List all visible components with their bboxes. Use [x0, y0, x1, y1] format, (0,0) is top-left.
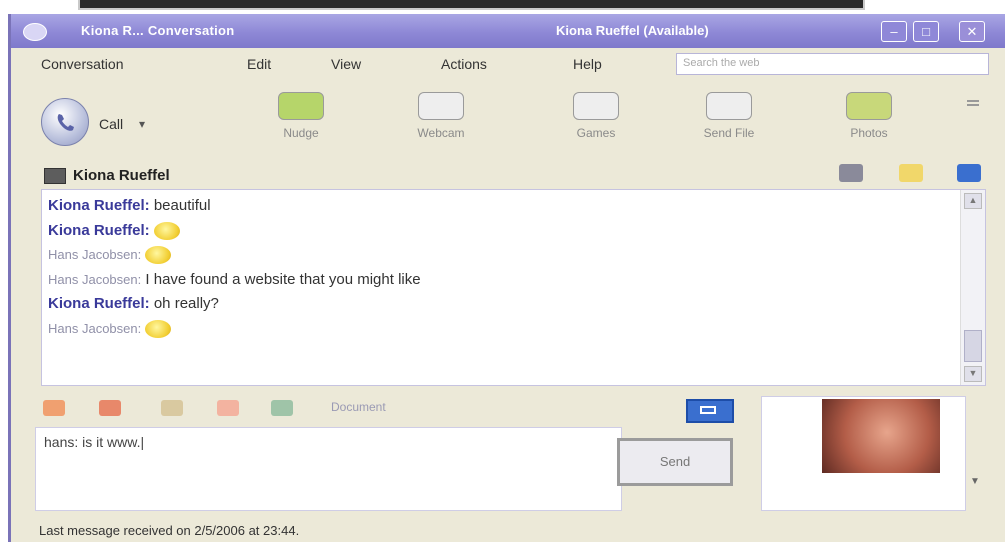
- contact-name: Kiona Rueffel: [73, 167, 170, 184]
- gift-icon[interactable]: [217, 400, 239, 416]
- nudge-button[interactable]: Nudge: [251, 92, 351, 140]
- call-dropdown-icon[interactable]: ▾: [139, 117, 145, 131]
- message-text: oh really?: [153, 295, 219, 312]
- send-file-label: Send File: [703, 126, 755, 140]
- message-sender: Kiona Rueffel:: [48, 221, 150, 239]
- message-sender: Kiona Rueffel:: [48, 295, 150, 312]
- menu-view[interactable]: View: [331, 56, 361, 72]
- games-button[interactable]: Games: [546, 92, 646, 140]
- chat-message: Hans Jacobsen:: [48, 317, 421, 342]
- photos-button[interactable]: Photos: [819, 92, 919, 140]
- top-bar: [78, 0, 865, 10]
- message-sender: Hans Jacobsen:: [48, 247, 142, 262]
- send-file-button[interactable]: Send File: [679, 92, 779, 140]
- menu-actions[interactable]: Actions: [441, 56, 487, 72]
- status-bar: Last message received on 2/5/2006 at 23:…: [11, 519, 1005, 542]
- smiley-icon: [145, 246, 172, 265]
- message-sender: Kiona Rueffel:: [48, 197, 150, 214]
- invite-icon[interactable]: [899, 164, 923, 182]
- chat-message: Kiona Rueffel: beautiful: [48, 194, 421, 219]
- chat-message: Kiona Rueffel: oh really?: [48, 292, 421, 317]
- send-button[interactable]: Send: [617, 438, 733, 486]
- webcam-button[interactable]: Webcam: [391, 92, 491, 140]
- phone-icon: [57, 114, 74, 131]
- contact-status: Kiona Rueffel (Available): [556, 23, 709, 38]
- search-input[interactable]: Search the web: [676, 53, 989, 75]
- smiley-icon: [153, 221, 180, 240]
- nudge-label: Nudge: [283, 126, 319, 140]
- document-label[interactable]: Document: [331, 400, 386, 414]
- contact-card-icon: [44, 168, 66, 184]
- menu-edit[interactable]: Edit: [247, 56, 271, 72]
- webcam-icon: [418, 92, 464, 120]
- call-label[interactable]: Call: [99, 116, 123, 132]
- photos-icon: [846, 92, 892, 120]
- messenger-icon: [23, 23, 47, 41]
- webcam-label: Webcam: [417, 126, 465, 140]
- emoticon-icon[interactable]: [43, 400, 65, 416]
- window-title: Kiona R... Conversation: [81, 23, 235, 38]
- games-icon: [573, 92, 619, 120]
- conversation-history: Kiona Rueffel: beautiful Kiona Rueffel: Ha…: [41, 189, 986, 386]
- last-message-status: Last message received on 2/5/2006 at 23:…: [39, 523, 300, 538]
- nudge-icon: [278, 92, 324, 120]
- history-scrollbar[interactable]: ▲ ▼: [960, 190, 985, 385]
- expand-icon[interactable]: [686, 399, 734, 423]
- message-input[interactable]: hans: is it www.|: [35, 427, 622, 511]
- message-text: beautiful: [153, 197, 211, 214]
- games-label: Games: [576, 126, 616, 140]
- close-button[interactable]: ✕: [959, 21, 985, 42]
- send-file-icon: [706, 92, 752, 120]
- chat-message: Kiona Rueffel:: [48, 219, 421, 244]
- chat-message: Hans Jacobsen:: [48, 243, 421, 268]
- chat-message: Hans Jacobsen: I have found a website th…: [48, 268, 421, 293]
- activities-icon[interactable]: [957, 164, 981, 182]
- toolbar: Call ▾ Nudge Webcam Games Send File Phot…: [11, 84, 1005, 164]
- display-picture-panel: [761, 396, 966, 511]
- message-list: Kiona Rueffel: beautiful Kiona Rueffel: Ha…: [48, 194, 421, 341]
- scroll-down-icon[interactable]: ▼: [964, 366, 982, 382]
- format-toolbar: Document: [41, 396, 741, 426]
- display-picture-scroll[interactable]: ▼: [968, 396, 986, 511]
- menu-conversation[interactable]: Conversation: [41, 56, 124, 72]
- menu-help[interactable]: Help: [573, 56, 602, 72]
- message-sender: Hans Jacobsen:: [48, 320, 142, 336]
- smiley-icon: [145, 319, 172, 338]
- scroll-up-icon[interactable]: ▲: [964, 193, 982, 209]
- conversation-window: Kiona R... Conversation Kiona Rueffel (A…: [8, 14, 1005, 542]
- chevron-down-icon[interactable]: ▼: [970, 476, 980, 487]
- title-bar[interactable]: Kiona R... Conversation Kiona Rueffel (A…: [11, 14, 1005, 48]
- display-picture[interactable]: [822, 399, 940, 473]
- document-icon[interactable]: [271, 400, 293, 416]
- wink-icon[interactable]: [99, 400, 121, 416]
- message-text: I have found a website that you might li…: [145, 270, 421, 288]
- scroll-thumb[interactable]: [964, 330, 982, 362]
- block-icon[interactable]: [839, 164, 863, 182]
- call-button[interactable]: [41, 98, 89, 146]
- top-strip: [0, 0, 1005, 14]
- background-icon[interactable]: [161, 400, 183, 416]
- maximize-button[interactable]: □: [913, 21, 939, 42]
- message-sender: Hans Jacobsen:: [48, 271, 142, 287]
- photos-label: Photos: [850, 126, 888, 140]
- minimize-button[interactable]: –: [881, 21, 907, 42]
